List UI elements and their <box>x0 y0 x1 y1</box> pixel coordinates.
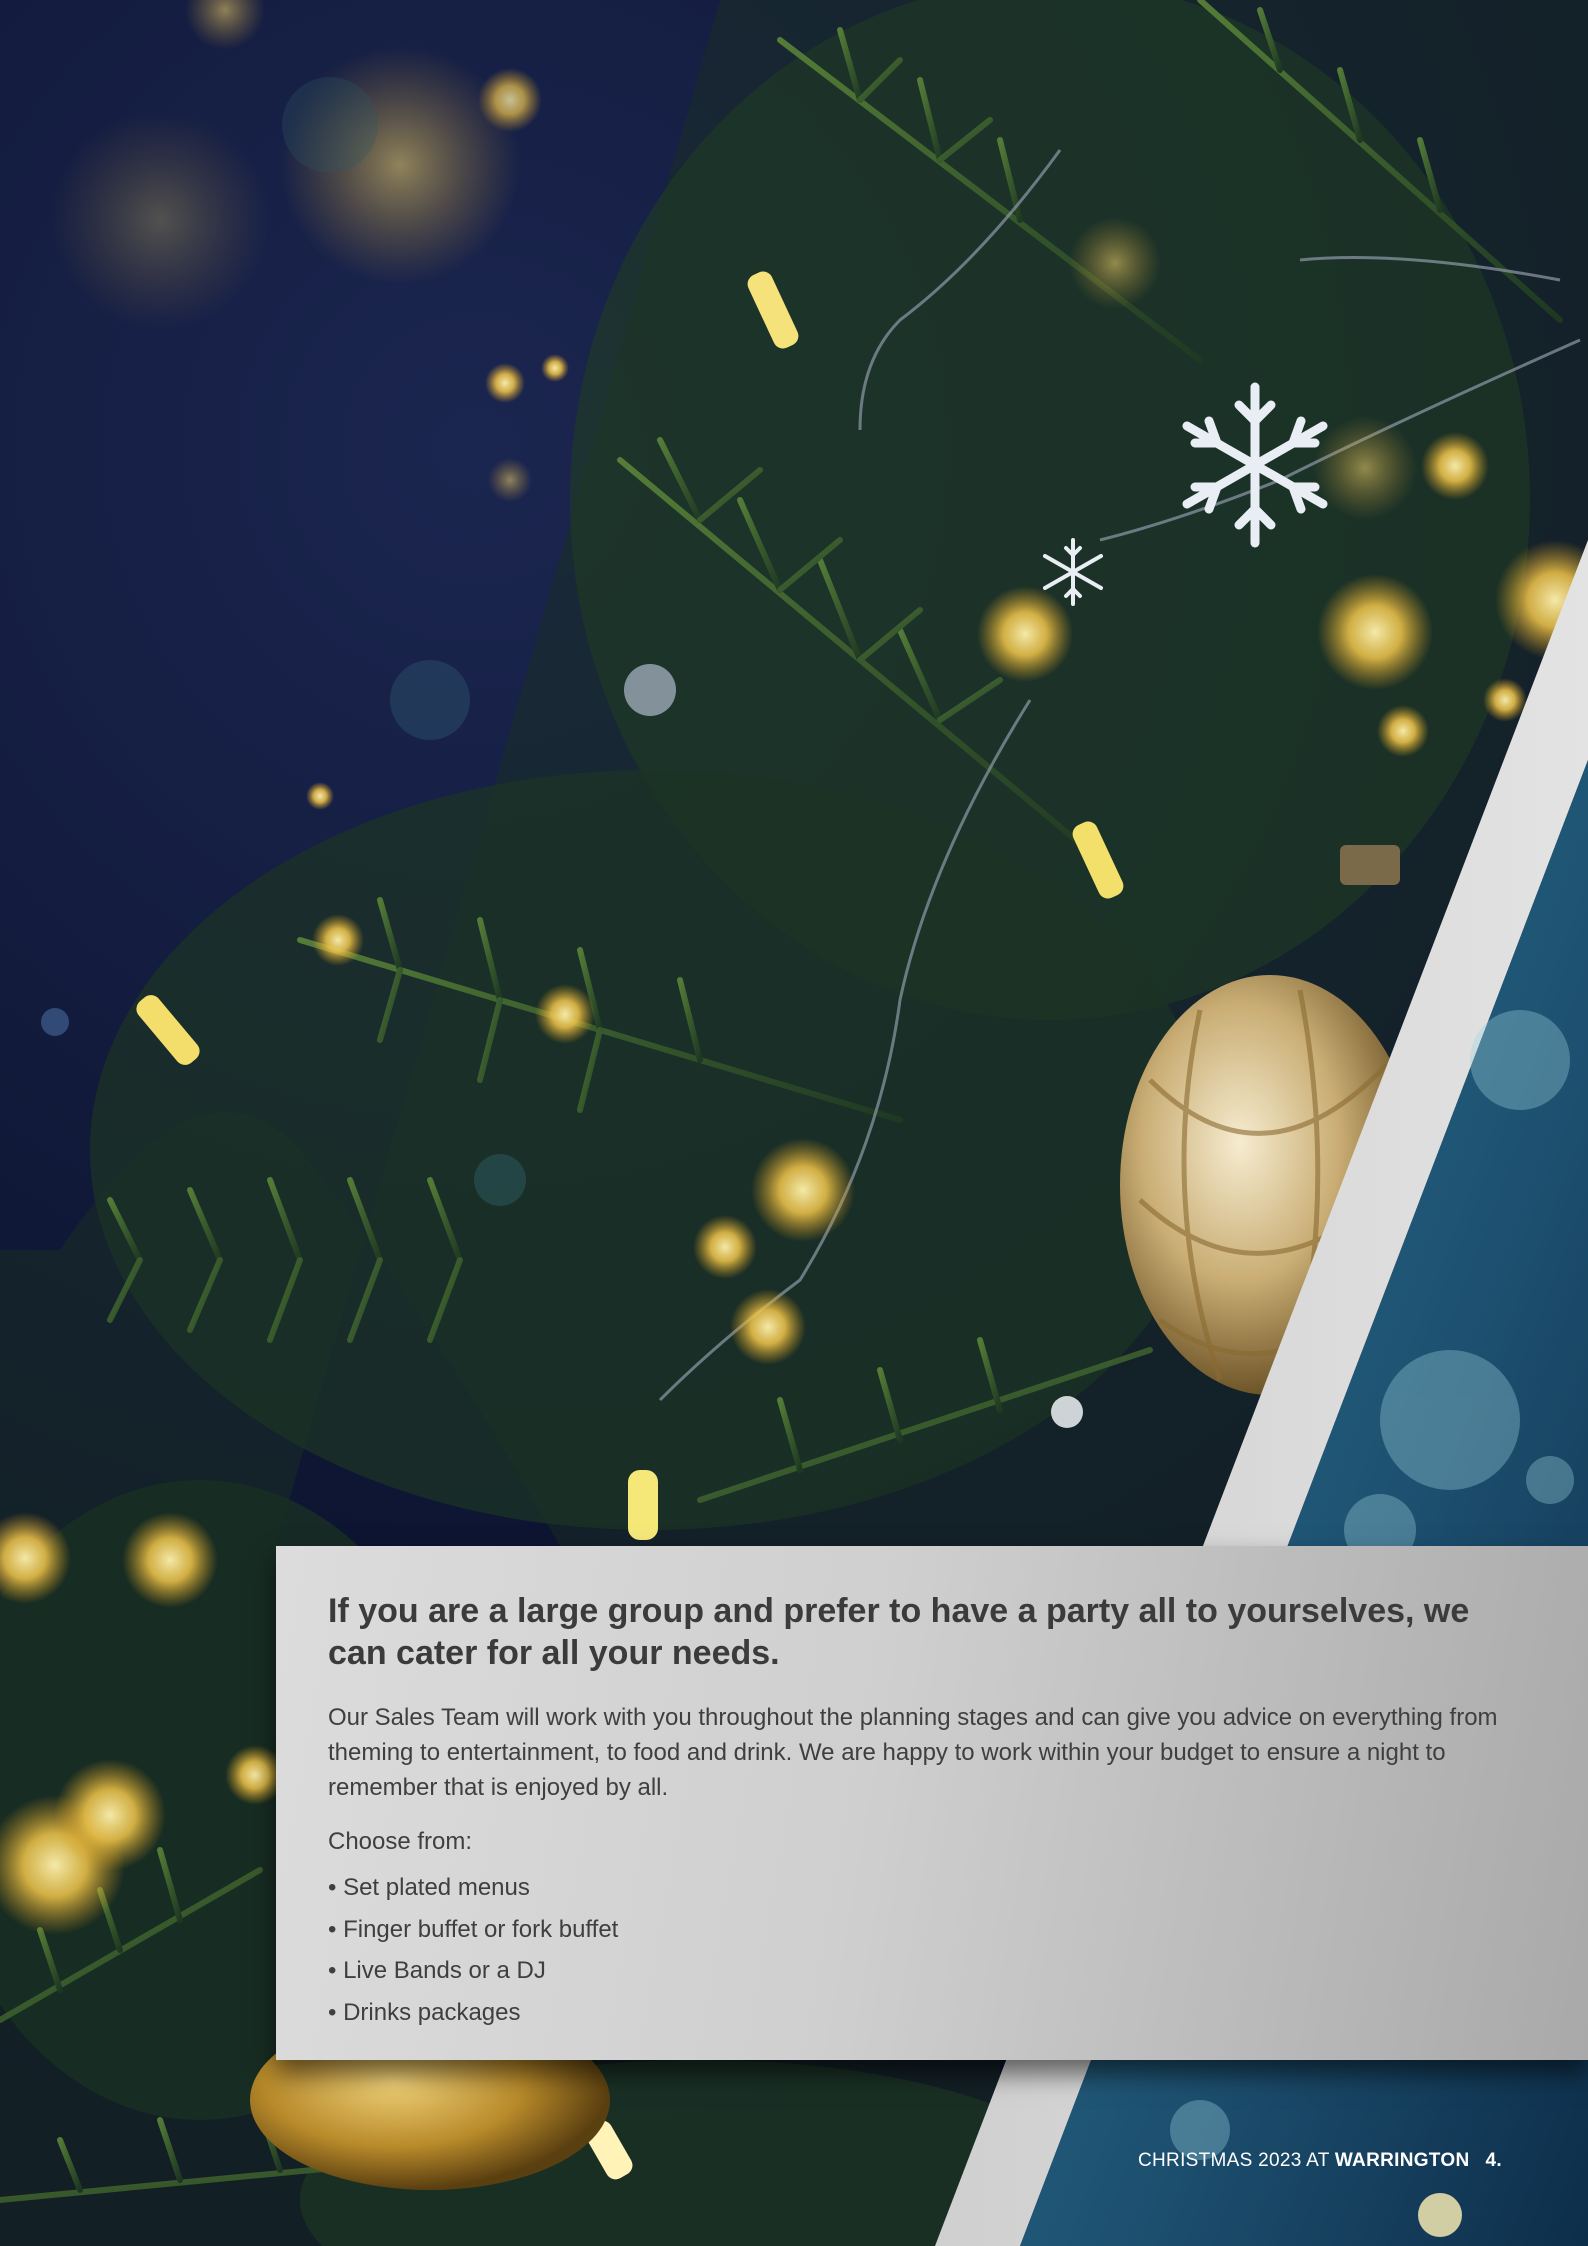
card-heading: If you are a large group and prefer to h… <box>328 1592 1470 1672</box>
card-intro-paragraph: Our Sales Team will work with you throug… <box>328 1704 1498 1801</box>
list-item: • Set plated menus <box>328 1874 530 1901</box>
group-party-card: If you are a large group and prefer to h… <box>276 1546 1588 2060</box>
list-item: • Drinks packages <box>328 1998 521 2026</box>
page-number: 4. <box>1485 2150 1502 2171</box>
footer-venue: WARRINGTON <box>1334 2150 1470 2171</box>
list-item: • Finger buffet or fork buffet <box>328 1915 619 1943</box>
page-footer: CHRISTMAS 2023 AT WARRINGTON 4. <box>1138 2145 1538 2177</box>
footer-prefix: CHRISTMAS 2023 AT <box>1138 2150 1335 2171</box>
list-item: • Live Bands or a DJ <box>328 1957 546 1984</box>
choose-from-label: Choose from: <box>328 1828 473 1855</box>
options-list: • Set plated menus • Finger buffet or fo… <box>328 1867 1534 2033</box>
